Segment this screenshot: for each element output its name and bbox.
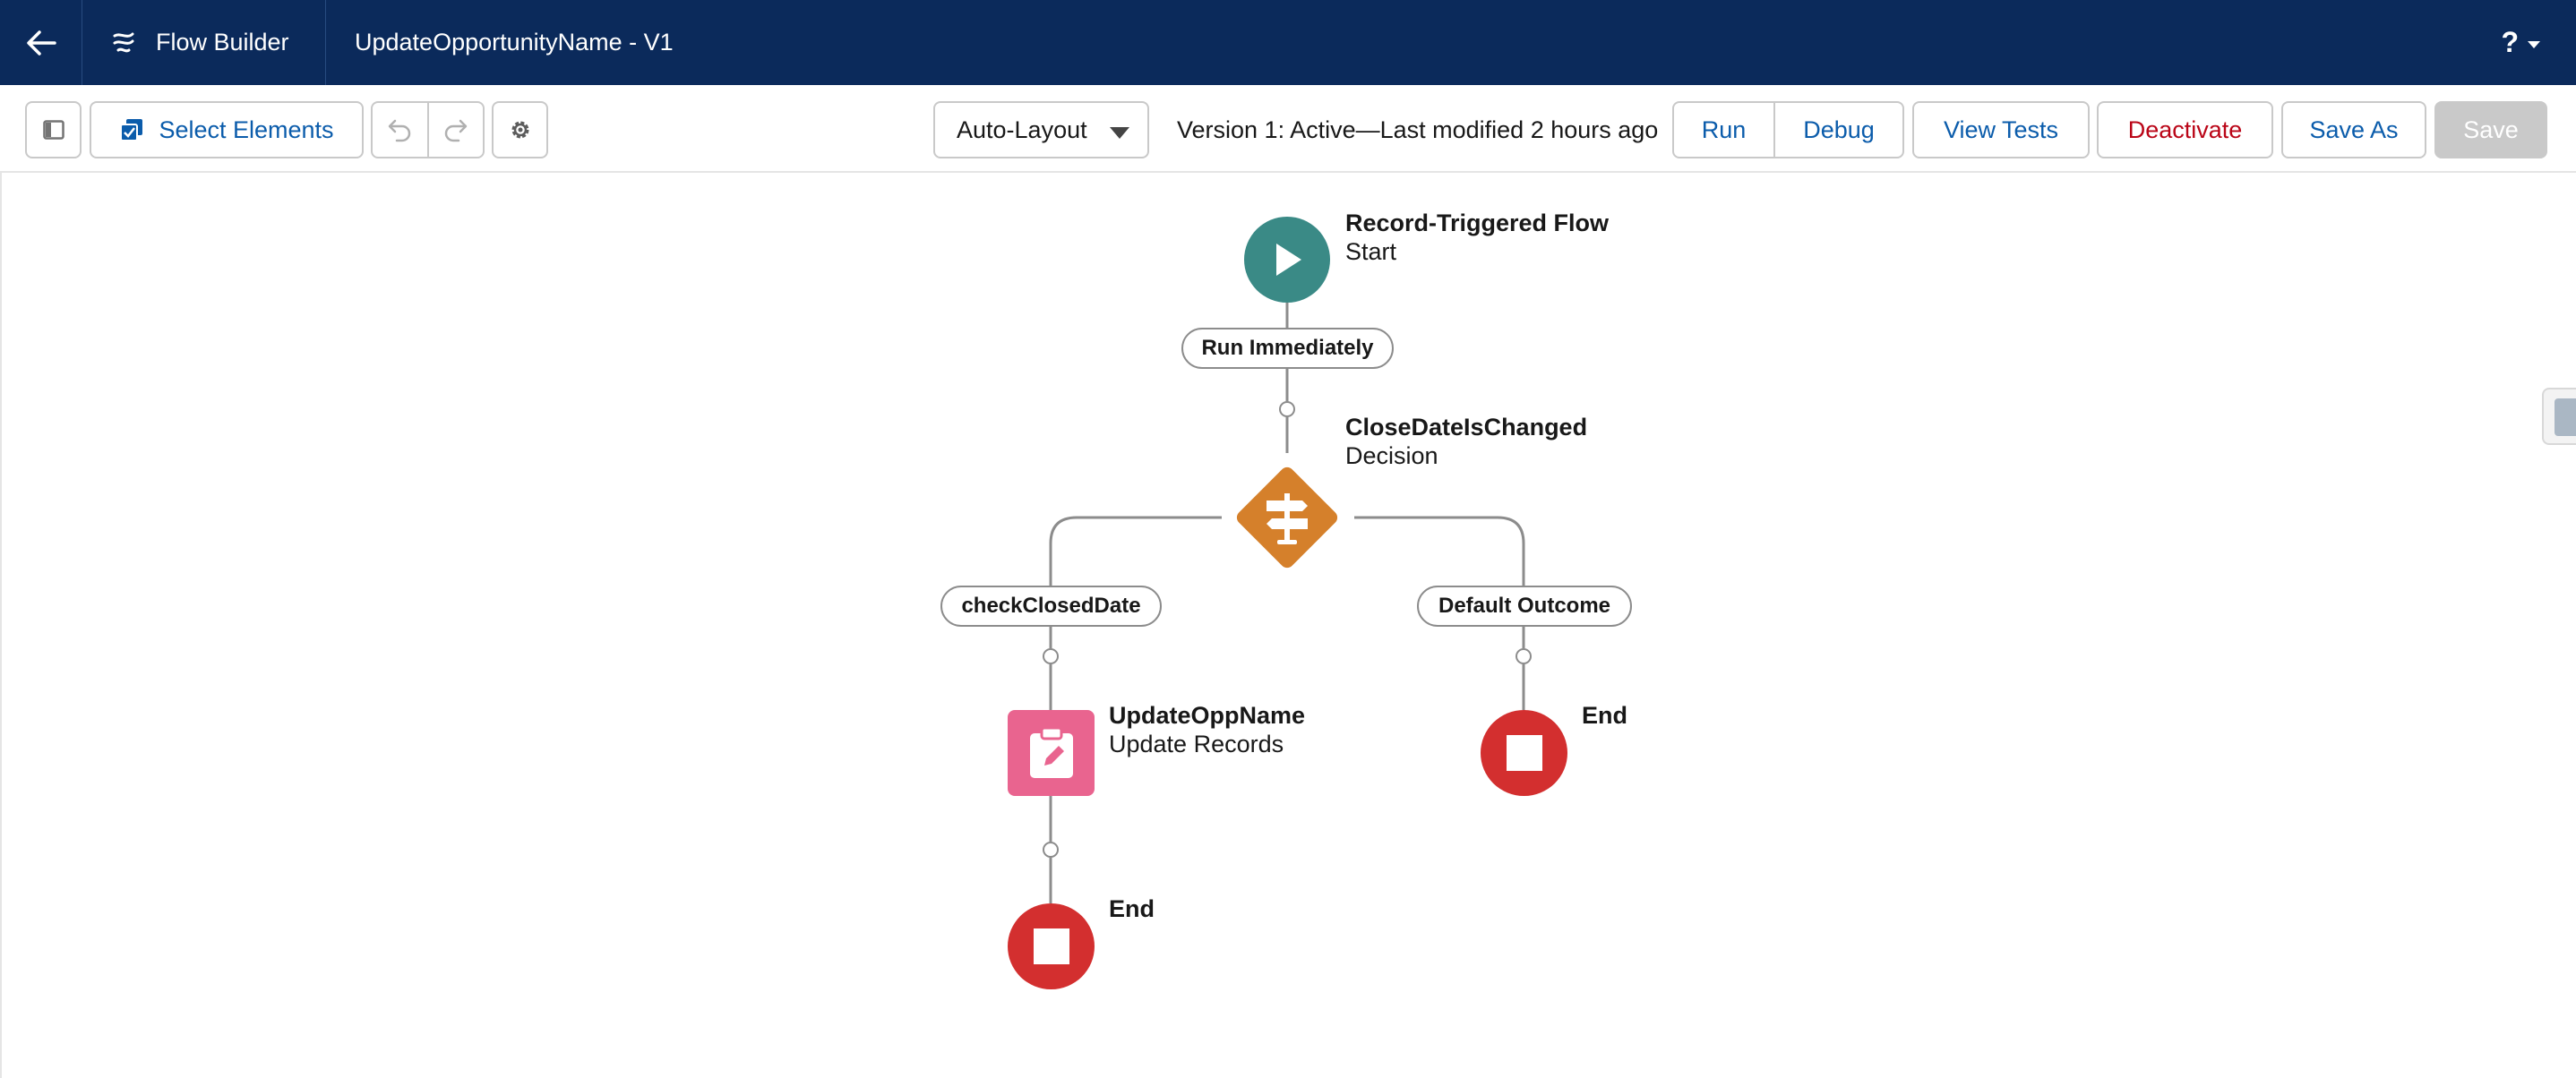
- expand-panel-button[interactable]: [2542, 388, 2576, 445]
- redo-icon: [444, 119, 467, 142]
- arrow-left-icon: [26, 30, 56, 56]
- layout-select-value: Auto-Layout: [957, 116, 1087, 143]
- app-name-area: Flow Builder: [82, 0, 326, 85]
- decision-node-label: CloseDateIsChanged Decision: [1345, 413, 1587, 470]
- run-debug-group: Run Debug: [1672, 101, 1904, 158]
- app-name: Flow Builder: [156, 29, 289, 56]
- end-node-right-title: End: [1582, 702, 1627, 729]
- start-node-title: Record-Triggered Flow: [1345, 210, 1610, 236]
- decision-diamond: [1236, 466, 1338, 569]
- run-button[interactable]: Run: [1674, 103, 1775, 157]
- play-icon: [1276, 244, 1301, 276]
- decision-node-subtitle: Decision: [1345, 442, 1438, 469]
- flow-title: UpdateOpportunityName - V1: [355, 29, 674, 56]
- chevron-left-icon: [2555, 398, 2576, 436]
- layout-select[interactable]: Auto-Layout: [933, 101, 1149, 158]
- toggle-panel-button[interactable]: [25, 101, 82, 158]
- end-node-right[interactable]: [1481, 710, 1567, 796]
- settings-button[interactable]: [492, 101, 548, 158]
- stop-icon: [1033, 928, 1069, 964]
- end-node-left-label: End: [1109, 894, 1155, 923]
- gear-icon: [511, 121, 528, 139]
- run-immediately-path[interactable]: Run Immediately: [1181, 328, 1394, 369]
- select-elements-icon: [120, 119, 143, 141]
- toolbar: Select Elements Auto-Layout Version 1: A…: [0, 85, 2576, 173]
- outcome-check-closed-date[interactable]: checkClosedDate: [940, 586, 1162, 627]
- app-header: Flow Builder UpdateOpportunityName - V1 …: [0, 0, 2576, 85]
- help-icon: ?: [2501, 26, 2519, 58]
- add-element-connector[interactable]: [1043, 648, 1059, 664]
- end-node-right-label: End: [1582, 701, 1627, 730]
- deactivate-button[interactable]: Deactivate: [2097, 101, 2273, 158]
- stop-icon: [1506, 735, 1542, 771]
- undo-icon: [389, 119, 411, 142]
- select-elements-button[interactable]: Select Elements: [90, 101, 364, 158]
- start-node-subtitle: Start: [1345, 238, 1397, 265]
- flow-connector-lines: [1049, 303, 1525, 903]
- save-as-button[interactable]: Save As: [2281, 101, 2426, 158]
- decision-node[interactable]: [1227, 458, 1347, 578]
- help-menu-button[interactable]: ?: [2501, 0, 2540, 85]
- start-node-label: Record-Triggered Flow Start: [1345, 209, 1609, 266]
- add-element-connector[interactable]: [1279, 401, 1295, 417]
- outcome-default[interactable]: Default Outcome: [1417, 586, 1632, 627]
- redo-button[interactable]: [429, 103, 484, 157]
- update-records-label: UpdateOppName Update Records: [1109, 701, 1305, 758]
- start-node[interactable]: [1244, 217, 1330, 303]
- end-node-left[interactable]: [1008, 903, 1095, 989]
- flow-canvas[interactable]: Record-Triggered Flow Start Run Immediat…: [0, 173, 2576, 1078]
- panel-toggle-icon: [42, 120, 64, 140]
- back-button[interactable]: [0, 0, 82, 85]
- flow-icon: [113, 32, 134, 52]
- debug-button[interactable]: Debug: [1775, 103, 1902, 157]
- update-records-title: UpdateOppName: [1109, 702, 1306, 729]
- update-records-subtitle: Update Records: [1109, 731, 1284, 757]
- update-records-node[interactable]: [1008, 710, 1095, 796]
- undo-redo-group: [371, 101, 485, 158]
- chevron-down-icon: [2528, 40, 2540, 48]
- save-button[interactable]: Save: [2434, 101, 2547, 158]
- undo-button[interactable]: [373, 103, 429, 157]
- view-tests-button[interactable]: View Tests: [1912, 101, 2090, 158]
- clipboard-edit-icon: [1029, 726, 1073, 778]
- add-element-connector[interactable]: [1043, 842, 1059, 858]
- select-elements-label: Select Elements: [159, 116, 334, 143]
- add-element-connector[interactable]: [1516, 648, 1532, 664]
- decision-node-title: CloseDateIsChanged: [1345, 414, 1588, 441]
- caret-down-icon: [1110, 127, 1129, 139]
- version-status: Version 1: Active—Last modified 2 hours …: [1177, 116, 1659, 143]
- end-node-left-title: End: [1109, 895, 1155, 922]
